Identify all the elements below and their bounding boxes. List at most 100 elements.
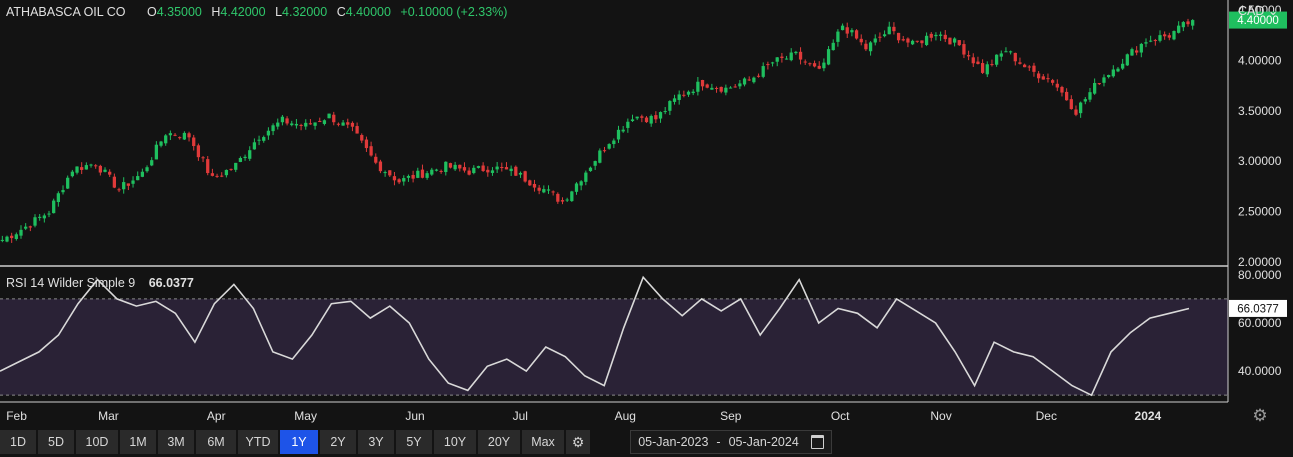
time-tick-label: Jul xyxy=(513,409,528,423)
range-button-6m[interactable]: 6M xyxy=(196,430,236,454)
candle-body xyxy=(19,229,23,236)
candle-body xyxy=(677,94,681,100)
candle-body xyxy=(868,42,873,52)
candle-body xyxy=(201,157,205,159)
candle-body xyxy=(374,156,378,163)
candle-body xyxy=(434,169,439,171)
range-button-ytd[interactable]: YTD xyxy=(238,430,278,454)
candle-body xyxy=(985,64,989,75)
candle-body xyxy=(929,33,933,38)
candle-body xyxy=(383,172,387,174)
candle-body xyxy=(192,137,196,147)
candle-body xyxy=(962,44,966,55)
candle-body xyxy=(439,170,443,172)
candle-body xyxy=(52,200,56,214)
candle-body xyxy=(873,38,877,43)
candle-body xyxy=(0,239,4,241)
candle-body xyxy=(1149,40,1153,42)
range-button-max[interactable]: Max xyxy=(522,430,564,454)
range-button-20y[interactable]: 20Y xyxy=(478,430,520,454)
toolbar-settings-gear-icon[interactable]: ⚙ xyxy=(566,430,590,454)
candle-body xyxy=(1163,34,1167,37)
range-button-3y[interactable]: 3Y xyxy=(358,430,394,454)
candle-body xyxy=(812,63,817,67)
candle-body xyxy=(1041,76,1045,80)
candle-body xyxy=(94,165,98,167)
candle-body xyxy=(318,120,322,123)
last-rsi-tag: 66.0377 xyxy=(1229,299,1287,317)
range-button-1m[interactable]: 1M xyxy=(120,430,156,454)
candle-body xyxy=(1121,63,1125,69)
candle-body xyxy=(850,30,854,33)
candle-body xyxy=(103,169,107,172)
candle-body xyxy=(546,189,551,191)
candle-body xyxy=(826,49,831,65)
candle-body xyxy=(448,163,453,168)
range-button-1d[interactable]: 1D xyxy=(0,430,36,454)
candle-body xyxy=(663,111,667,113)
candle-body xyxy=(257,139,261,141)
candle-body xyxy=(299,124,303,126)
candle-body xyxy=(327,113,331,119)
candle-body xyxy=(266,130,271,136)
candle-body xyxy=(1177,25,1181,33)
candle-body xyxy=(775,57,779,62)
range-button-10y[interactable]: 10Y xyxy=(434,430,476,454)
candle-body xyxy=(551,191,555,193)
candle-body xyxy=(728,87,733,89)
candle-body xyxy=(966,55,971,57)
candle-body xyxy=(579,181,583,186)
candle-body xyxy=(906,38,910,43)
candle-body xyxy=(504,167,509,170)
candle-body xyxy=(864,43,868,50)
time-tick-label: Feb xyxy=(6,409,27,423)
candle-body xyxy=(574,183,579,192)
time-tick-label: May xyxy=(294,409,317,423)
candle-body xyxy=(117,189,121,191)
candle-body xyxy=(635,116,639,119)
candle-body xyxy=(206,159,210,174)
rsi-tick-label: 60.0000 xyxy=(1238,316,1282,330)
candle-body xyxy=(1097,83,1101,85)
candle-body xyxy=(518,172,523,175)
candle-body xyxy=(845,27,849,34)
candle-body xyxy=(1088,92,1092,100)
range-button-5y[interactable]: 5Y xyxy=(396,430,432,454)
candle-body xyxy=(901,39,905,41)
chart-canvas[interactable]: 2.000002.500003.000003.500004.000004.500… xyxy=(0,0,1293,430)
time-tick-label: Mar xyxy=(98,409,119,423)
range-button-2y[interactable]: 2Y xyxy=(320,430,356,454)
candle-body xyxy=(472,167,476,174)
candle-body xyxy=(668,101,672,111)
candle-body xyxy=(560,200,565,202)
candle-body xyxy=(308,123,313,125)
close-label: C xyxy=(336,5,346,19)
time-tick-label: Aug xyxy=(615,409,636,423)
range-button-5d[interactable]: 5D xyxy=(38,430,74,454)
candle-body xyxy=(182,132,187,140)
last-rsi-label: 66.0377 xyxy=(1237,303,1279,315)
high-value: 4.42000 xyxy=(220,5,266,19)
candle-body xyxy=(789,52,793,61)
candle-body xyxy=(1022,64,1027,68)
range-button-3m[interactable]: 3M xyxy=(158,430,194,454)
candle-body xyxy=(154,144,159,160)
candle-body xyxy=(89,164,93,166)
candle-body xyxy=(467,170,471,175)
candle-body xyxy=(360,135,364,141)
calendar-icon[interactable] xyxy=(810,435,824,449)
candle-body xyxy=(1186,21,1190,25)
date-range-picker[interactable]: 05-Jan-2023 - 05-Jan-2024 xyxy=(630,430,832,454)
candle-body xyxy=(999,53,1003,57)
candle-body xyxy=(593,161,597,166)
candle-body xyxy=(682,94,686,96)
range-button-10d[interactable]: 10D xyxy=(76,430,118,454)
chart-settings-icon[interactable]: ⚙ xyxy=(1250,406,1270,426)
candle-body xyxy=(285,118,289,124)
candle-body xyxy=(1055,83,1059,88)
candle-body xyxy=(145,167,149,172)
range-button-1y[interactable]: 1Y xyxy=(280,430,318,454)
candle-body xyxy=(126,183,131,186)
candle-body xyxy=(1139,43,1143,53)
currency-selector[interactable]: CAD ⌄ xyxy=(1238,3,1278,18)
